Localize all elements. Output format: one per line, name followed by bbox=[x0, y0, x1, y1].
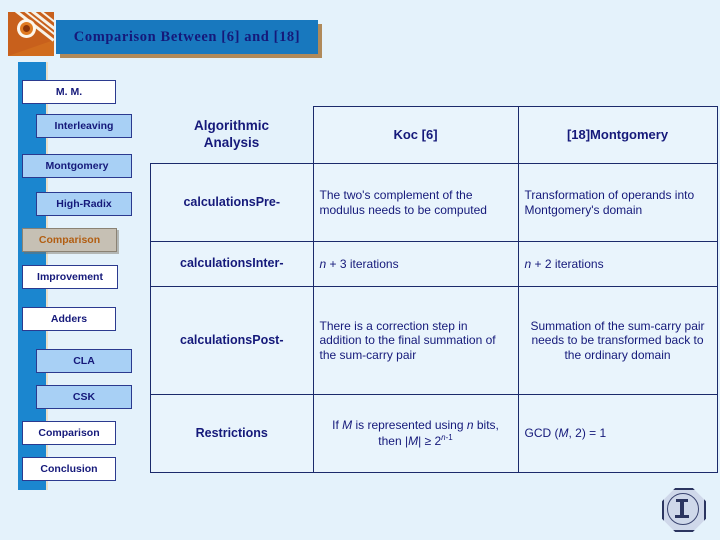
sidebar-item-m-m[interactable]: M. M. bbox=[22, 80, 116, 104]
table-row-label: Restrictions bbox=[150, 394, 314, 473]
table-cell-montgomery: Summation of the sum-carry pair needs to… bbox=[517, 286, 718, 395]
emblem-pillar-base bbox=[675, 515, 689, 518]
table-cell-montgomery: n + 2 iterations bbox=[517, 241, 718, 287]
sidebar-item-label: M. M. bbox=[55, 86, 83, 98]
sidebar-item-label: Conclusion bbox=[40, 463, 98, 475]
emblem-pillar-stem bbox=[680, 502, 684, 515]
sidebar-item-csk[interactable]: CSK bbox=[36, 385, 132, 409]
corner-wedge bbox=[8, 40, 54, 56]
sidebar-item-adders[interactable]: Adders bbox=[22, 307, 116, 331]
table-cell-montgomery: GCD (M, 2) = 1 bbox=[517, 394, 718, 473]
sidebar-nav: M. M. Interleaving Montgomery High-Radix Com… bbox=[0, 62, 150, 492]
sidebar-item-label: CLA bbox=[73, 355, 95, 367]
sidebar-item-comparison[interactable]: Comparison bbox=[22, 228, 117, 252]
comparison-table-body: Algorithmic Analysis Koc [6] [18]Montgome… bbox=[150, 106, 718, 473]
sidebar-item-label: Comparison bbox=[38, 427, 100, 439]
table-row: calculationsPost- There is a correction s… bbox=[150, 286, 718, 395]
sidebar-item-label: Comparison bbox=[38, 234, 101, 246]
corner-decoration-art bbox=[8, 12, 54, 56]
sidebar-item-montgomery[interactable]: Montgomery bbox=[22, 154, 132, 178]
table-row-label: calculationsPre- bbox=[150, 163, 314, 242]
table-row: Restrictions If M is represented using n … bbox=[150, 394, 718, 473]
table-cell-montgomery: Transformation of operands into Montgome… bbox=[517, 163, 718, 242]
sidebar-item-label: High-Radix bbox=[56, 198, 112, 210]
table-header-label-line: Analysis bbox=[203, 134, 260, 150]
table-header-col1: Koc [6] bbox=[312, 106, 519, 164]
sidebar-item-label: Montgomery bbox=[45, 160, 109, 172]
sidebar-item-label: Interleaving bbox=[54, 120, 114, 132]
corner-disc-inner bbox=[23, 25, 30, 32]
sidebar-item-improvement[interactable]: Improvement bbox=[22, 265, 118, 289]
sidebar-item-cla[interactable]: CLA bbox=[36, 349, 132, 373]
table-header-label-line: Algorithmic bbox=[193, 118, 269, 134]
sidebar-item-label: Adders bbox=[50, 313, 88, 325]
university-emblem bbox=[660, 486, 706, 532]
table-cell-koc: The two's complement of the modulus need… bbox=[312, 163, 519, 242]
sidebar-item-interleaving[interactable]: Interleaving bbox=[36, 114, 132, 138]
table-header-row: Algorithmic Analysis Koc [6] [18]Montgome… bbox=[151, 106, 718, 164]
sidebar-item-conclusion[interactable]: Conclusion bbox=[22, 457, 116, 481]
table-row-label: calculationsInter- bbox=[150, 241, 314, 287]
comparison-table: Algorithmic Analysis Koc [6] [18]Montgome… bbox=[150, 106, 718, 473]
table-header-label: Algorithmic Analysis bbox=[151, 107, 314, 164]
sidebar-item-label: Improvement bbox=[37, 271, 103, 283]
title-banner: Comparison Between [6] and [18] bbox=[56, 20, 318, 54]
sidebar-item-high-radix[interactable]: High-Radix bbox=[36, 192, 132, 216]
sidebar-item-comparison[interactable]: Comparison bbox=[22, 421, 116, 445]
table-cell-koc: n + 3 iterations bbox=[312, 241, 519, 287]
table-row: calculationsPre- The two's complement of … bbox=[150, 163, 718, 242]
table-header-col2: [18]Montgomery bbox=[517, 106, 718, 164]
table-row-label: calculationsPost- bbox=[150, 286, 314, 395]
table-cell-koc: If M is represented using n bits, then |… bbox=[312, 394, 519, 473]
page-title: Comparison Between [6] and [18] bbox=[73, 28, 301, 45]
sidebar-item-label: CSK bbox=[72, 391, 96, 403]
table-cell-koc: There is a correction step in addition t… bbox=[312, 286, 519, 395]
table-row: calculationsInter-n + 3 iterations n + 2 … bbox=[150, 241, 718, 287]
